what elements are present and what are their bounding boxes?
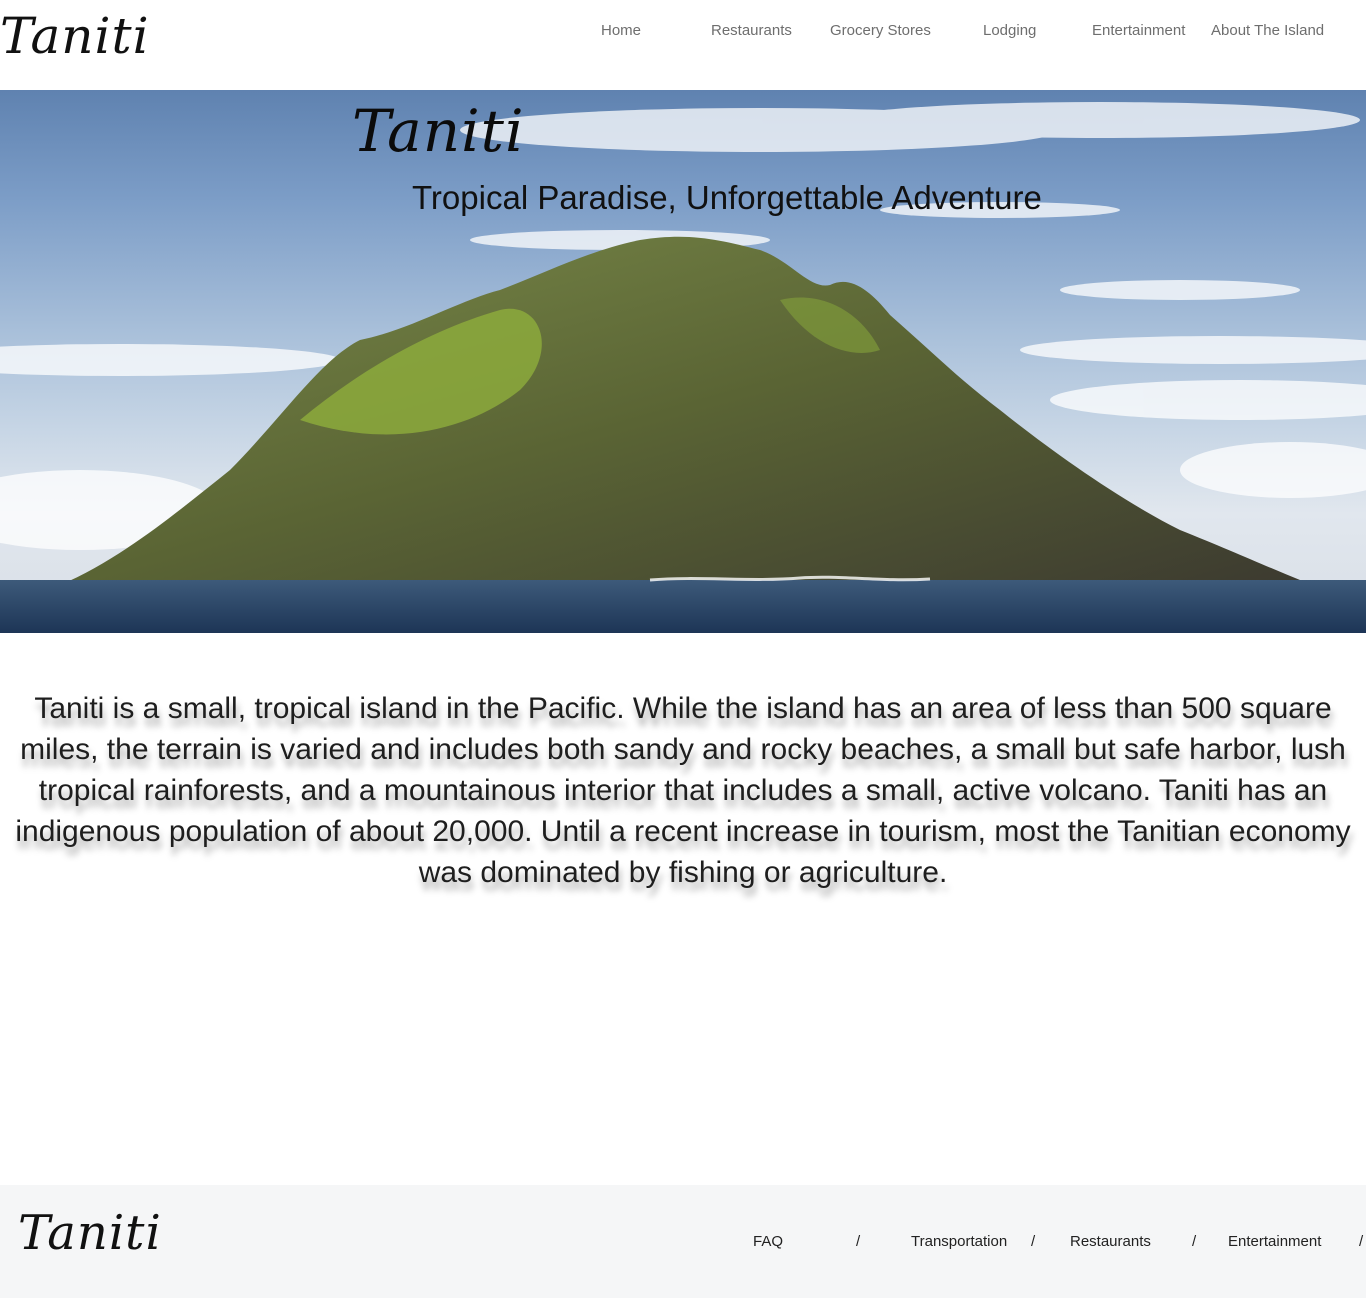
nav-home[interactable]: Home <box>601 22 641 40</box>
nav-grocery-stores[interactable]: Grocery Stores <box>830 22 931 40</box>
nav-restaurants[interactable]: Restaurants <box>711 22 792 40</box>
footer-separator: / <box>1359 1233 1364 1250</box>
footer-logo[interactable]: Taniti <box>18 1203 162 1263</box>
site-logo[interactable]: Taniti <box>0 6 150 66</box>
footer-link-transportation[interactable]: Transportation <box>911 1233 1007 1251</box>
footer-separator: / <box>856 1233 861 1250</box>
hero-tagline: Tropical Paradise, Unforgettable Adventu… <box>412 179 1042 216</box>
footer-link-faq[interactable]: FAQ <box>753 1233 783 1251</box>
footer-separator: / <box>1192 1233 1197 1250</box>
nav-entertainment[interactable]: Entertainment <box>1092 22 1185 40</box>
nav-about-the-island[interactable]: About The Island <box>1211 22 1324 40</box>
footer-separator: / <box>1031 1233 1036 1250</box>
footer-link-entertainment[interactable]: Entertainment <box>1228 1233 1321 1251</box>
footer-link-restaurants[interactable]: Restaurants <box>1070 1233 1151 1251</box>
hero-banner: Taniti Tropical Paradise, Unforgettable … <box>0 90 1366 633</box>
nav-lodging[interactable]: Lodging <box>983 22 1036 40</box>
hero-title: Taniti <box>352 97 525 165</box>
site-header: Taniti Home Restaurants Grocery Stores L… <box>0 0 1366 90</box>
island-description: Taniti is a small, tropical island in th… <box>15 692 1351 889</box>
site-footer: Taniti FAQ / Transportation / Restaurant… <box>0 1185 1366 1298</box>
sea <box>0 580 1366 633</box>
island-photo <box>0 102 1366 633</box>
